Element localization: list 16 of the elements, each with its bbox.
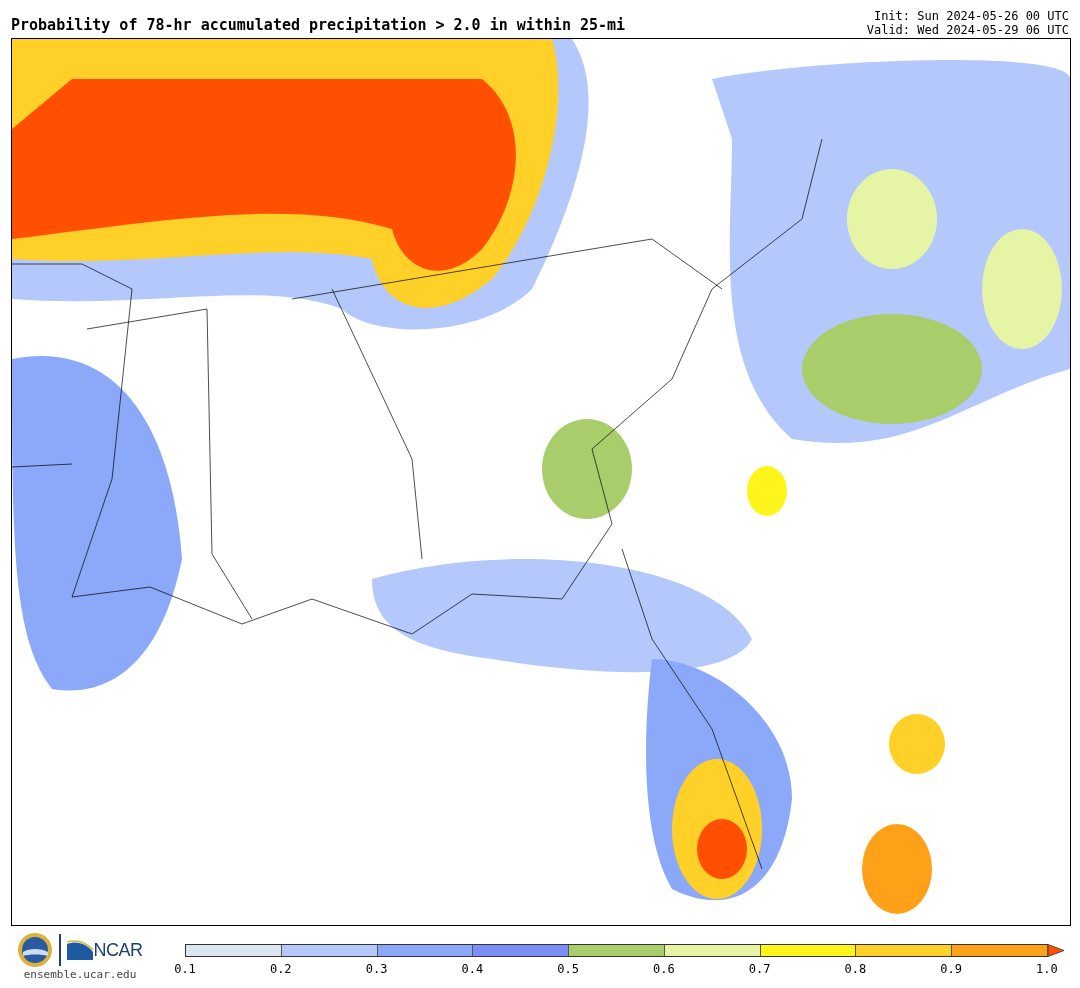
tick-label: 1.0 (1035, 962, 1059, 976)
tick-label: 0.8 (843, 962, 868, 976)
tick-label: 0.9 (939, 962, 963, 976)
website-url: ensemble.ucar.edu (23, 968, 137, 981)
tick-label: 0.5 (556, 962, 580, 976)
tick-label: 0.2 (268, 962, 293, 976)
valid-time: Valid: Wed 2024-05-29 06 UTC (866, 23, 1069, 37)
tick-label: 0.3 (364, 962, 389, 976)
tick-label: 0.7 (747, 962, 772, 976)
tick-label: 0.6 (652, 962, 676, 976)
init-time: Init: Sun 2024-05-26 00 UTC (873, 9, 1069, 23)
tick-label: 0.4 (460, 962, 485, 976)
plot-title: Probability of 78-hr accumulated precipitation > 2.0 in within 25-mi (11, 16, 626, 34)
tick-label: 0.1 (173, 962, 197, 976)
nsf-logo-icon (17, 932, 54, 968)
ncar-logo: NCAR (67, 940, 143, 960)
